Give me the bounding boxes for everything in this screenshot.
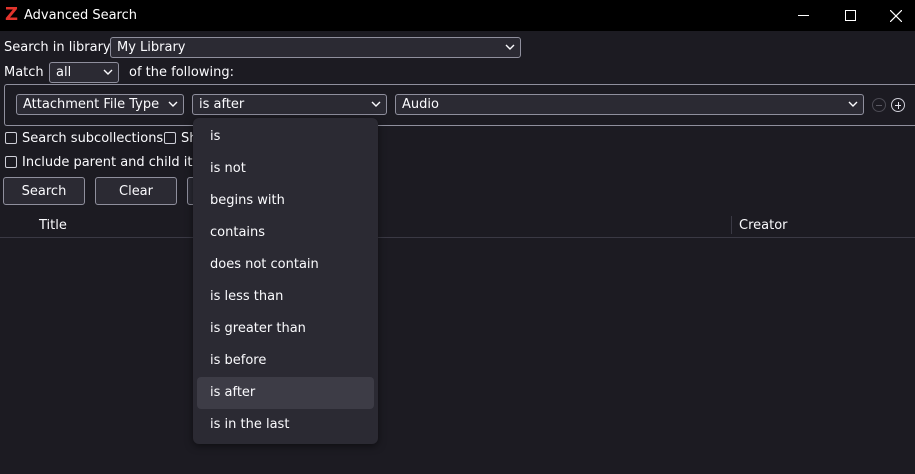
menu-item-is[interactable]: is [197, 121, 374, 153]
chevron-down-icon [505, 44, 515, 50]
chevron-down-icon [168, 101, 178, 107]
menu-item-is-before[interactable]: is before [197, 345, 374, 377]
match-suffix-label: of the following: [129, 65, 234, 80]
window-title: Advanced Search [24, 8, 138, 23]
condition-operator-value: is after [199, 97, 245, 112]
clear-button[interactable]: Clear [95, 177, 177, 205]
show-only-top-level-checkbox[interactable] [164, 132, 176, 144]
search-button[interactable]: Search [3, 177, 85, 205]
menu-item-begins-with[interactable]: begins with [197, 185, 374, 217]
title-bar: Z Advanced Search [0, 0, 915, 31]
menu-item-is-after[interactable]: is after [197, 377, 374, 409]
close-button[interactable] [873, 0, 915, 31]
close-icon [890, 9, 902, 22]
menu-item-is-greater-than[interactable]: is greater than [197, 313, 374, 345]
match-label: Match [4, 65, 44, 80]
operator-dropdown-menu: is is not begins with contains does not … [193, 118, 378, 444]
maximize-icon [844, 10, 856, 21]
minimize-button[interactable] [780, 0, 826, 31]
menu-item-does-not-contain[interactable]: does not contain [197, 249, 374, 281]
chevron-down-icon [848, 101, 858, 107]
condition-field-select[interactable]: Attachment File Type [16, 94, 184, 115]
add-condition-button[interactable] [891, 98, 905, 112]
results-header: Title Creator [0, 212, 915, 238]
include-parent-child-checkbox[interactable] [5, 156, 17, 168]
condition-value-value: Audio [402, 97, 439, 112]
match-select-value: all [56, 65, 72, 80]
column-header-title[interactable]: Title [39, 218, 67, 233]
library-select[interactable]: My Library [110, 37, 521, 58]
condition-operator-select[interactable]: is after [192, 94, 387, 115]
include-parent-child-label: Include parent and child item [22, 155, 214, 170]
remove-condition-button[interactable] [872, 98, 886, 112]
search-subcollections-checkbox[interactable] [5, 132, 17, 144]
condition-field-value: Attachment File Type [23, 97, 160, 112]
menu-item-is-not[interactable]: is not [197, 153, 374, 185]
menu-item-contains[interactable]: contains [197, 217, 374, 249]
library-select-value: My Library [117, 40, 186, 55]
search-subcollections-label: Search subcollections [22, 131, 164, 146]
match-select[interactable]: all [49, 62, 119, 83]
search-in-library-label: Search in library: [4, 40, 115, 55]
menu-item-is-in-the-last[interactable]: is in the last [197, 409, 374, 441]
menu-item-is-less-than[interactable]: is less than [197, 281, 374, 313]
zotero-logo-icon: Z [5, 4, 19, 25]
minimize-icon [797, 15, 809, 16]
chevron-down-icon [103, 69, 113, 75]
maximize-button[interactable] [827, 0, 873, 31]
column-header-creator[interactable]: Creator [739, 218, 788, 233]
results-table: Title Creator [0, 212, 915, 474]
chevron-down-icon [371, 101, 381, 107]
column-separator[interactable] [731, 216, 732, 234]
condition-value-select[interactable]: Audio [395, 94, 864, 115]
